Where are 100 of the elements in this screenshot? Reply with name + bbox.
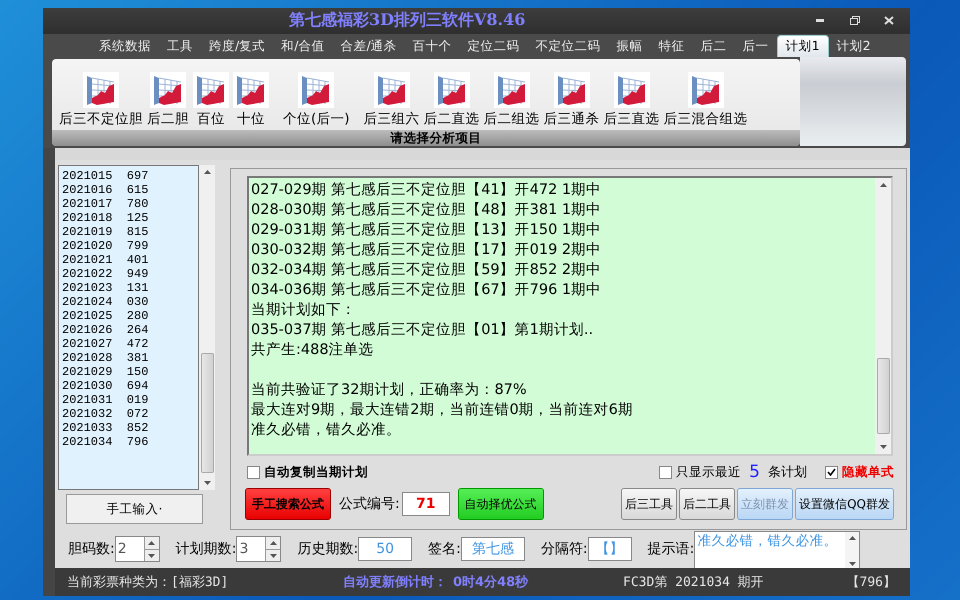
history-row[interactable]: 2021029 150	[62, 365, 198, 380]
output-line: 027-029期 第七感后三不定位胆【41】开472 1期中	[251, 180, 602, 200]
output-line: 当期计划如下：	[251, 301, 357, 320]
scroll-up-icon[interactable]	[848, 536, 856, 540]
scroll-thumb[interactable]	[876, 358, 890, 434]
scroll-up-icon[interactable]	[270, 541, 277, 546]
menu-tab[interactable]: 振幅	[608, 35, 651, 58]
output-line: 028-030期 第七感后三不定位胆【48】开381 1期中	[251, 200, 602, 220]
output-line: 准久必错，错久必准。	[251, 421, 402, 440]
history-row[interactable]: 2021018 125	[62, 211, 198, 226]
history-row[interactable]: 2021015 697	[62, 169, 198, 184]
ribbon-button[interactable]: 后三不定位胆	[57, 72, 145, 128]
menu-tab[interactable]: 工具	[159, 35, 201, 58]
menu-tab[interactable]: 百十个	[404, 35, 460, 58]
chart-icon	[83, 72, 119, 108]
chart-icon	[688, 72, 724, 108]
scroll-down-icon[interactable]	[148, 554, 156, 558]
menu-tab[interactable]: 不定位二码	[528, 35, 609, 58]
menu-tab[interactable]: 跨度/复式	[201, 35, 274, 58]
scroll-down-icon[interactable]	[270, 554, 277, 558]
ribbon-button[interactable]: 后二直选	[422, 72, 482, 128]
formula-number-label: 公式编号:	[339, 495, 400, 514]
menu-tab[interactable]: 后一	[734, 35, 777, 58]
scrollbar[interactable]	[875, 178, 891, 454]
setting-label: 分隔符:	[540, 540, 588, 558]
scroll-up-icon[interactable]	[148, 541, 156, 546]
setting-label: 历史期数:	[297, 540, 358, 558]
ribbon-button[interactable]: 百位	[191, 72, 231, 128]
ribbon-button[interactable]: 个位(后一)	[281, 72, 352, 128]
ribbon-button[interactable]: 后三组六	[362, 72, 422, 128]
history-row[interactable]: 2021031 019	[62, 393, 198, 408]
scrollbar[interactable]	[199, 165, 215, 490]
menu-tab[interactable]: 计划1	[776, 35, 829, 58]
menu-tab[interactable]: 和/合值	[273, 35, 332, 58]
tool-button[interactable]: 设置微信QQ群发	[795, 488, 894, 520]
ribbon-button[interactable]: 后三通杀	[542, 72, 602, 128]
chart-icon	[434, 72, 470, 108]
tool-button[interactable]: 后二工具	[679, 488, 736, 520]
recent-count: 5	[749, 462, 760, 482]
manual-input-button[interactable]: 手工输入·	[66, 494, 203, 524]
check-icon	[827, 468, 836, 476]
menu-tab[interactable]: 计划2	[828, 35, 879, 58]
history-row[interactable]: 2021034 796	[62, 435, 198, 450]
chart-icon	[193, 72, 229, 108]
auto-formula-button[interactable]: 自动择优公式	[458, 488, 544, 520]
history-row[interactable]: 2021019 815	[62, 225, 198, 240]
history-row[interactable]: 2021025 280	[62, 309, 198, 324]
close-icon[interactable]	[884, 16, 894, 26]
result-text: 【796】	[846, 574, 896, 592]
formula-number-field[interactable]: 71	[402, 492, 450, 516]
history-row[interactable]: 2021020 799	[62, 239, 198, 254]
history-row[interactable]: 2021022 949	[62, 267, 198, 282]
countdown-value: 0时4分48秒	[453, 574, 530, 592]
recent-label: 条计划	[768, 464, 807, 482]
menu-tab[interactable]: 特征	[650, 35, 693, 58]
search-formula-button[interactable]: 手工搜索公式	[245, 488, 331, 520]
lottery-type-text: 当前彩票种类为：[福彩3D]	[67, 574, 230, 592]
menu-tab[interactable]: 合差/通杀	[332, 35, 405, 58]
menu-tab[interactable]: 系统数据	[91, 35, 159, 58]
history-row[interactable]: 2021017 780	[62, 197, 198, 212]
tool-button[interactable]: 后三工具	[621, 488, 678, 520]
ribbon-button[interactable]: 后二胆	[145, 72, 191, 128]
output-line: 034-036期 第七感后三不定位胆【67】开796 1期中	[251, 280, 602, 300]
chart-icon	[374, 72, 410, 108]
chart-icon	[233, 72, 269, 108]
spinner-field[interactable]: 3	[236, 536, 282, 562]
history-row[interactable]: 2021016 615	[62, 183, 198, 198]
minimize-icon[interactable]	[816, 18, 826, 23]
ribbon-button[interactable]: 后三直选	[602, 72, 662, 128]
scroll-up-icon[interactable]	[204, 170, 210, 174]
output-line: 最大连对9期，最大连错2期，当前连错0期，当前连对6期	[251, 401, 634, 420]
history-row[interactable]: 2021033 852	[62, 421, 198, 436]
chart-icon	[494, 72, 530, 108]
history-row[interactable]: 2021032 072	[62, 407, 198, 422]
setting-label: 计划期数:	[176, 540, 236, 558]
spinner-field[interactable]: 2	[114, 536, 160, 562]
scroll-down-icon[interactable]	[204, 481, 210, 486]
show-recent-checkbox[interactable]: 只显示最近	[659, 464, 742, 481]
history-row[interactable]: 2021027 472	[62, 337, 198, 352]
ribbon-button[interactable]: 后三混合组选	[662, 72, 750, 128]
history-row[interactable]: 2021026 264	[62, 323, 198, 338]
history-row[interactable]: 2021028 381	[62, 351, 198, 366]
history-row[interactable]: 2021024 030	[62, 295, 198, 310]
ribbon-button[interactable]: 后二组选	[482, 72, 542, 128]
scroll-up-icon[interactable]	[880, 183, 886, 188]
scroll-thumb[interactable]	[200, 353, 214, 474]
history-row[interactable]: 2021023 131	[62, 281, 198, 296]
output-line: 当前共验证了32期计划，正确率为：87%	[251, 380, 528, 400]
menu-tab[interactable]: 定位二码	[460, 35, 528, 58]
setting-label: 提示语:	[648, 540, 694, 558]
output-line: 035-037期 第七感后三不定位胆【01】第1期计划..	[251, 320, 594, 340]
chart-icon	[298, 72, 334, 108]
restore-icon[interactable]	[850, 16, 860, 26]
window-title: 第七感福彩3D排列三软件V8.46	[289, 10, 526, 32]
scroll-down-icon[interactable]	[880, 445, 886, 450]
history-row[interactable]: 2021030 694	[62, 379, 198, 394]
history-row[interactable]: 2021021 401	[62, 253, 198, 268]
ribbon-button[interactable]: 十位	[231, 72, 271, 128]
menu-tab[interactable]: 后二	[692, 35, 735, 58]
auto-copy-checkbox[interactable]: 自动复制当期计划	[247, 464, 368, 481]
